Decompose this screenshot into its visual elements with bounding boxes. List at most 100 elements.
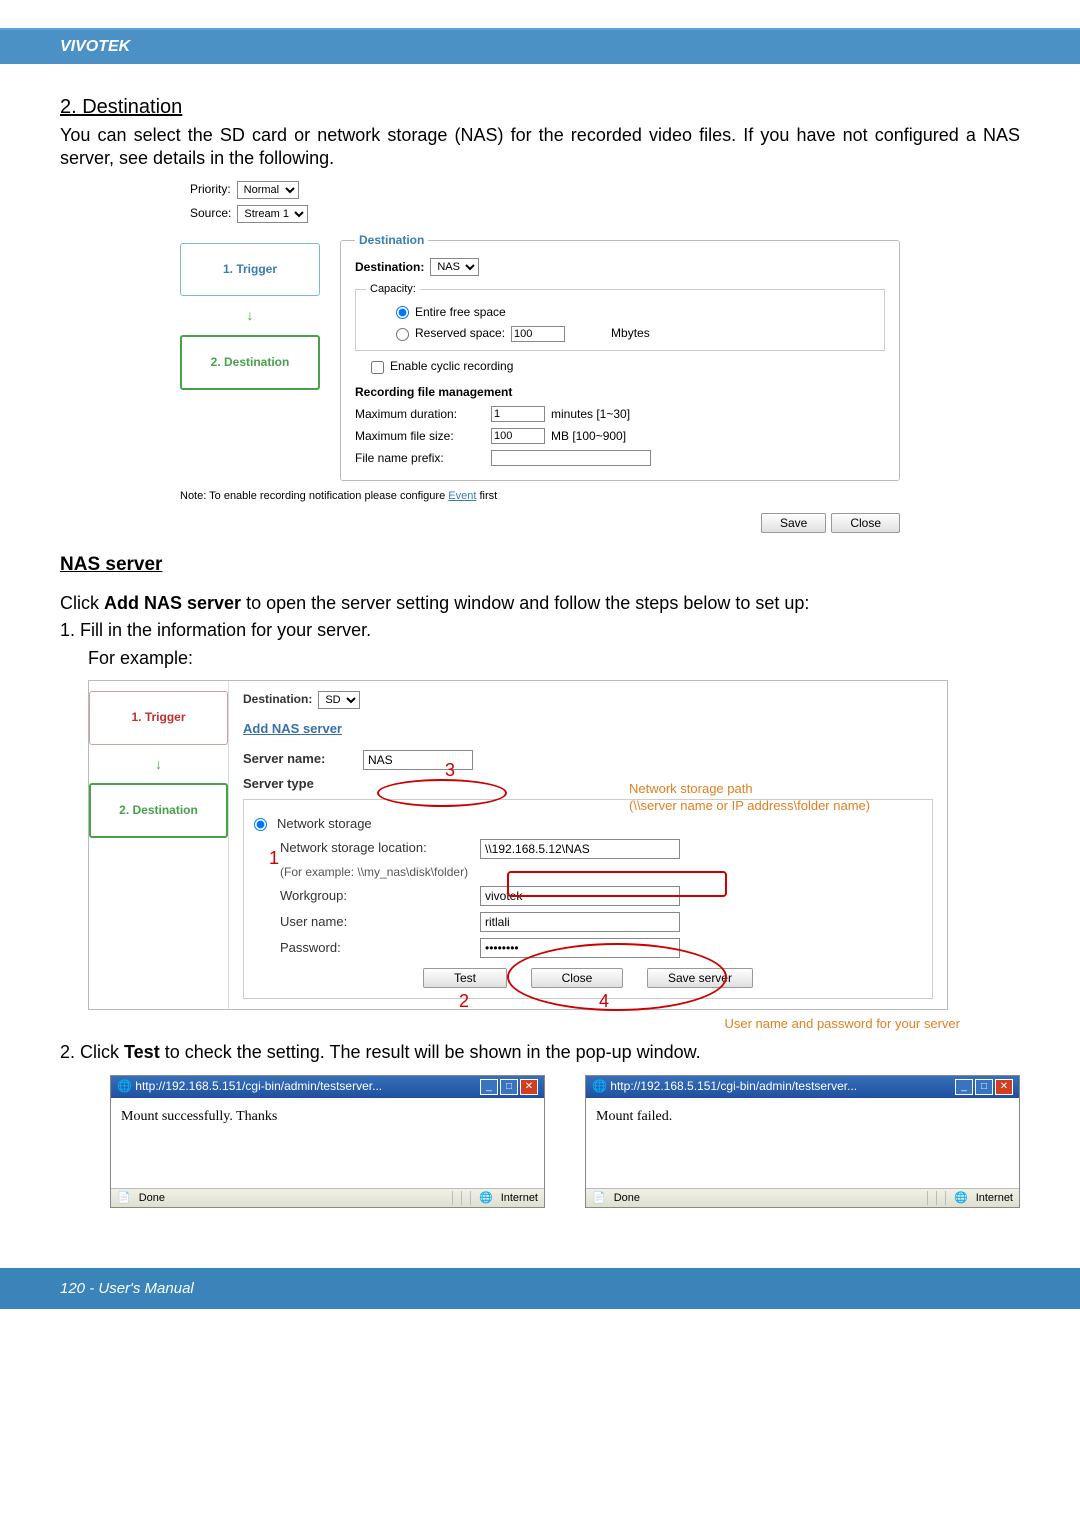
note-suffix: first [476,490,497,502]
save-button[interactable]: Save [761,513,826,533]
nas-server-screenshot: 1. Trigger ↓ 2. Destination Destination:… [88,680,948,1010]
fnprefix-label: File name prefix: [355,451,485,467]
steps-column: 1. Trigger ↓ 2. Destination [180,233,320,482]
internet-icon-2: 🌐 [954,1191,968,1205]
maxfs-unit: MB [100~900] [551,429,626,445]
step2-bold: Test [124,1042,160,1062]
step-trigger: 1. Trigger [180,243,320,297]
note-prefix: Note: To enable recording notification p… [180,490,448,502]
header-band [0,0,1080,30]
section-title: 2. Destination [60,94,1020,120]
maxfs-label: Maximum file size: [355,429,485,445]
nas-step1b: For example: [88,647,1020,670]
done-icon: 📄 [117,1191,131,1205]
source-select[interactable]: Stream 1 [237,205,308,223]
network-storage-label: Network storage [277,816,372,833]
minimize-icon[interactable]: _ [480,1079,498,1095]
test-result-popups: 🌐 http://192.168.5.151/cgi-bin/admin/tes… [110,1075,1020,1208]
done-label-1: Done [139,1191,165,1205]
done-icon-2: 📄 [592,1191,606,1205]
popup-success-body: Mount successfully. Thanks [111,1098,544,1188]
page-footer: 120 - User's Manual [0,1268,1080,1309]
section-body: You can select the SD card or network st… [60,124,1020,171]
capacity-legend: Capacity: [366,282,420,296]
steps-column-2: 1. Trigger ↓ 2. Destination [89,681,229,1009]
step-trigger-2: 1. Trigger [89,691,228,745]
password-label: Password: [280,940,470,957]
maximize-icon[interactable]: □ [500,1079,518,1095]
brand-header: VIVOTEK [0,30,1080,64]
annot-path: Network storage path (\\server name or I… [629,781,870,815]
step2-suffix: to check the setting. The result will be… [160,1042,701,1062]
close-button[interactable]: Close [831,513,900,533]
network-storage-radio[interactable] [254,818,267,831]
internet-icon: 🌐 [479,1191,493,1205]
password-input[interactable] [480,938,680,958]
username-input[interactable] [480,912,680,932]
annotation-4: 4 [599,990,609,1013]
reserved-input[interactable] [511,326,565,342]
step2-prefix: 2. Click [60,1042,124,1062]
internet-label-1: Internet [501,1191,538,1205]
step2-text: 2. Click Test to check the setting. The … [60,1041,1020,1064]
nas-heading: NAS server [60,553,1020,578]
source-label: Source: [190,206,231,222]
nsl-input[interactable] [480,839,680,859]
maxdur-input[interactable] [491,406,545,422]
arrow-down-icon-2: ↓ [89,755,228,773]
dest-label-2: Destination: [243,692,312,708]
rfm-heading: Recording file management [355,385,885,401]
arrow-down-icon: ↓ [180,306,320,324]
dest-label: Destination: [355,260,424,276]
server-name-label: Server name: [243,751,353,768]
capacity-entire-radio[interactable] [396,306,409,319]
nas-intro-suffix: to open the server setting window and fo… [241,593,809,613]
ie-icon: 🌐 [117,1079,132,1093]
nas-intro-prefix: Click [60,593,104,613]
workgroup-input[interactable] [480,886,680,906]
nsl-example: (For example: \\my_nas\disk\folder) [254,865,922,881]
reserved-unit: Mbytes [611,326,650,342]
fnprefix-input[interactable] [491,450,651,466]
close-button-2[interactable]: Close [531,968,624,988]
nsl-label: Network storage location: [280,840,470,857]
popup-success: 🌐 http://192.168.5.151/cgi-bin/admin/tes… [110,1075,545,1208]
username-label: User name: [280,914,470,931]
capacity-fieldset: Capacity: Entire free space Reserved spa… [355,282,885,351]
nas-intro-bold: Add NAS server [104,593,241,613]
cyclic-label: Enable cyclic recording [390,359,513,375]
maximize-icon-2[interactable]: □ [975,1079,993,1095]
popup-fail-body: Mount failed. [586,1098,1019,1188]
annotation-3: 3 [445,759,455,782]
annot-path-body: (\\server name or IP address\folder name… [629,798,870,815]
close-icon-2[interactable]: ✕ [995,1079,1013,1095]
priority-select[interactable]: Normal [237,181,299,199]
cyclic-checkbox[interactable] [371,361,384,374]
destination-screenshot: Priority: Normal Source: Stream 1 1. Tri… [180,181,900,533]
server-type-label: Server type [243,776,314,791]
capacity-entire-label: Entire free space [415,305,506,321]
add-nas-link[interactable]: Add NAS server [243,721,342,736]
priority-label: Priority: [190,182,231,198]
capacity-reserved-radio[interactable] [396,328,409,341]
capacity-reserved-label: Reserved space: [415,326,505,342]
save-server-button[interactable]: Save server [647,968,753,988]
dest-select[interactable]: NAS [430,258,479,276]
close-icon[interactable]: ✕ [520,1079,538,1095]
annot-user-note: User name and password for your server [60,1016,960,1033]
server-name-input[interactable] [363,750,473,770]
maxfs-input[interactable] [491,428,545,444]
step-destination-2: 2. Destination [89,783,228,839]
popup-url-1: http://192.168.5.151/cgi-bin/admin/tests… [135,1079,382,1093]
test-button[interactable]: Test [423,968,507,988]
popup-url-2: http://192.168.5.151/cgi-bin/admin/tests… [610,1079,857,1093]
ie-icon-2: 🌐 [592,1079,607,1093]
event-link[interactable]: Event [448,490,476,502]
minimize-icon-2[interactable]: _ [955,1079,973,1095]
annotation-1: 1 [269,847,279,870]
destination-panel: Destination Destination: NAS Capacity: E… [340,233,900,482]
nas-step1: 1. Fill in the information for your serv… [60,619,1020,642]
dest-select-2[interactable]: SD [318,691,360,709]
workgroup-label: Workgroup: [280,888,470,905]
annotation-2: 2 [459,990,469,1013]
